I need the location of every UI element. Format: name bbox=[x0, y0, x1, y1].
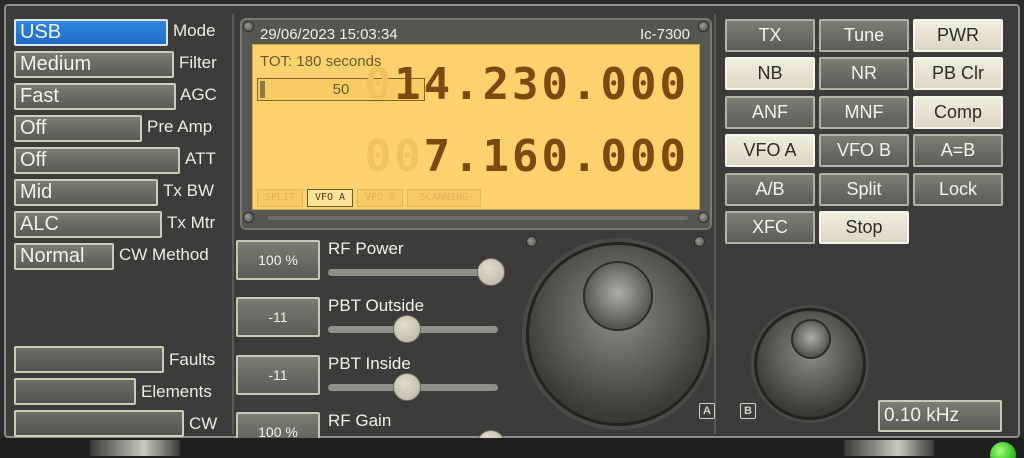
faults-field[interactable] bbox=[14, 346, 164, 373]
split-tag: SPLIT bbox=[257, 189, 303, 207]
mode-selector[interactable]: USB bbox=[14, 19, 168, 46]
cw-row: CW bbox=[14, 410, 222, 437]
rf-power-row: 100 % RF Power bbox=[236, 239, 506, 288]
lcd-scroll-track[interactable] bbox=[268, 216, 688, 220]
pbt-inside-row: -11 PBT Inside bbox=[236, 354, 506, 403]
rf-gain-button[interactable]: 100 % bbox=[236, 412, 320, 438]
filter-row: Medium Filter bbox=[14, 51, 222, 78]
vfo-a-leading-digits: 0 bbox=[364, 59, 395, 110]
lock-button[interactable]: Lock bbox=[913, 173, 1003, 206]
pbt-inside-thumb[interactable] bbox=[392, 373, 421, 401]
rf-gain-thumb[interactable] bbox=[477, 430, 505, 438]
agc-label: AGC bbox=[180, 85, 217, 104]
screw-icon bbox=[243, 212, 254, 223]
att-selector[interactable]: Off bbox=[14, 147, 180, 174]
vfo-b-button[interactable]: VFO B bbox=[819, 134, 909, 167]
scanning-tag: SCANNING bbox=[407, 189, 481, 207]
vfo-b-leading-digits: 00 bbox=[364, 131, 424, 182]
filter-label: Filter bbox=[179, 53, 217, 72]
tune-button[interactable]: Tune bbox=[819, 19, 909, 52]
rf-power-track[interactable] bbox=[328, 269, 498, 276]
att-row: Off ATT bbox=[14, 147, 222, 174]
foot-left bbox=[90, 440, 180, 456]
xfc-button[interactable]: XFC bbox=[725, 211, 815, 244]
tx-button[interactable]: TX bbox=[725, 19, 815, 52]
vfo-a-frequency[interactable]: 014.230.000 bbox=[365, 59, 689, 110]
knob-b-label: B bbox=[740, 403, 756, 419]
rf-gain-row: 100 % RF Gain bbox=[236, 412, 506, 438]
cwmethod-row: Normal CW Method bbox=[14, 243, 222, 270]
stop-button[interactable]: Stop bbox=[819, 211, 909, 244]
a-equals-b-button[interactable]: A=B bbox=[913, 134, 1003, 167]
radio-model: Ic-7300 bbox=[639, 26, 690, 43]
txbw-label: Tx BW bbox=[163, 181, 214, 200]
sub-tuning-knob[interactable] bbox=[754, 308, 866, 420]
lcd-display: TOT: 180 seconds 50 014.230.000 007.160.… bbox=[252, 44, 700, 210]
a-b-swap-button[interactable]: A/B bbox=[725, 173, 815, 206]
pbt-outside-button[interactable]: -11 bbox=[236, 297, 320, 337]
cw-field[interactable] bbox=[14, 410, 184, 437]
mnf-button[interactable]: MNF bbox=[819, 96, 909, 129]
tot-text: TOT: 180 seconds bbox=[260, 53, 382, 70]
rf-gain-label: RF Gain bbox=[328, 412, 392, 430]
anf-button[interactable]: ANF bbox=[725, 96, 815, 129]
foot-right bbox=[844, 440, 934, 456]
rf-power-button[interactable]: 100 % bbox=[236, 240, 320, 280]
agc-selector[interactable]: Fast bbox=[14, 83, 176, 110]
screw-icon bbox=[698, 212, 709, 223]
preamp-row: Off Pre Amp bbox=[14, 115, 222, 142]
mode-row: USB Mode bbox=[14, 19, 222, 46]
preamp-label: Pre Amp bbox=[147, 117, 213, 136]
pb-clr-button[interactable]: PB Clr bbox=[913, 57, 1003, 90]
pbt-outside-label: PBT Outside bbox=[328, 296, 425, 315]
cwmethod-selector[interactable]: Normal bbox=[14, 243, 114, 270]
txmtr-row: ALC Tx Mtr bbox=[14, 211, 222, 238]
pbt-inside-button[interactable]: -11 bbox=[236, 355, 320, 395]
main-tuning-knob[interactable] bbox=[526, 242, 710, 426]
elements-label: Elements bbox=[141, 382, 212, 401]
vfo-a-digits: 14.230.000 bbox=[394, 59, 689, 110]
cwmethod-label: CW Method bbox=[119, 245, 209, 264]
txbw-selector[interactable]: Mid bbox=[14, 179, 158, 206]
pbt-outside-row: -11 PBT Outside bbox=[236, 296, 506, 345]
faults-row: Faults bbox=[14, 346, 222, 373]
faults-label: Faults bbox=[169, 350, 216, 369]
att-label: ATT bbox=[185, 149, 216, 168]
pbt-outside-thumb[interactable] bbox=[392, 315, 421, 343]
rf-power-label: RF Power bbox=[328, 239, 404, 258]
filter-selector[interactable]: Medium bbox=[14, 51, 174, 78]
agc-row: Fast AGC bbox=[14, 83, 222, 110]
preamp-selector[interactable]: Off bbox=[14, 115, 142, 142]
date-time: 29/06/2023 15:03:34 bbox=[260, 26, 398, 43]
cw-label: CW bbox=[189, 414, 218, 433]
vfo-b-tag: VFO B bbox=[357, 189, 403, 207]
screw-icon bbox=[526, 236, 537, 247]
pwr-button[interactable]: PWR bbox=[913, 19, 1003, 52]
knob-finger-cap bbox=[791, 319, 831, 359]
comp-button[interactable]: Comp bbox=[913, 96, 1003, 129]
elements-row: Elements bbox=[14, 378, 222, 405]
vfo-b-digits: 7.160.000 bbox=[423, 131, 689, 182]
elements-field[interactable] bbox=[14, 378, 136, 405]
split-button[interactable]: Split bbox=[819, 173, 909, 206]
vfo-a-tag: VFO A bbox=[307, 189, 353, 207]
vfo-a-button[interactable]: VFO A bbox=[725, 134, 815, 167]
nr-button[interactable]: NR bbox=[819, 57, 909, 90]
txmtr-selector[interactable]: ALC bbox=[14, 211, 162, 238]
knob-a-label: A bbox=[699, 403, 715, 419]
mode-label: Mode bbox=[173, 21, 216, 40]
pbt-inside-label: PBT Inside bbox=[328, 354, 411, 373]
tuning-step-selector[interactable]: 0.10 kHz bbox=[878, 400, 1002, 432]
txbw-row: Mid Tx BW bbox=[14, 179, 222, 206]
vfo-b-frequency[interactable]: 007.160.000 bbox=[365, 131, 689, 182]
txmtr-label: Tx Mtr bbox=[167, 213, 216, 232]
rf-power-thumb[interactable] bbox=[477, 258, 505, 286]
lcd-header: 29/06/2023 15:03:34 Ic-7300 bbox=[250, 22, 702, 44]
screw-icon bbox=[694, 236, 705, 247]
nb-button[interactable]: NB bbox=[725, 57, 815, 90]
knob-finger-cap bbox=[583, 261, 653, 331]
